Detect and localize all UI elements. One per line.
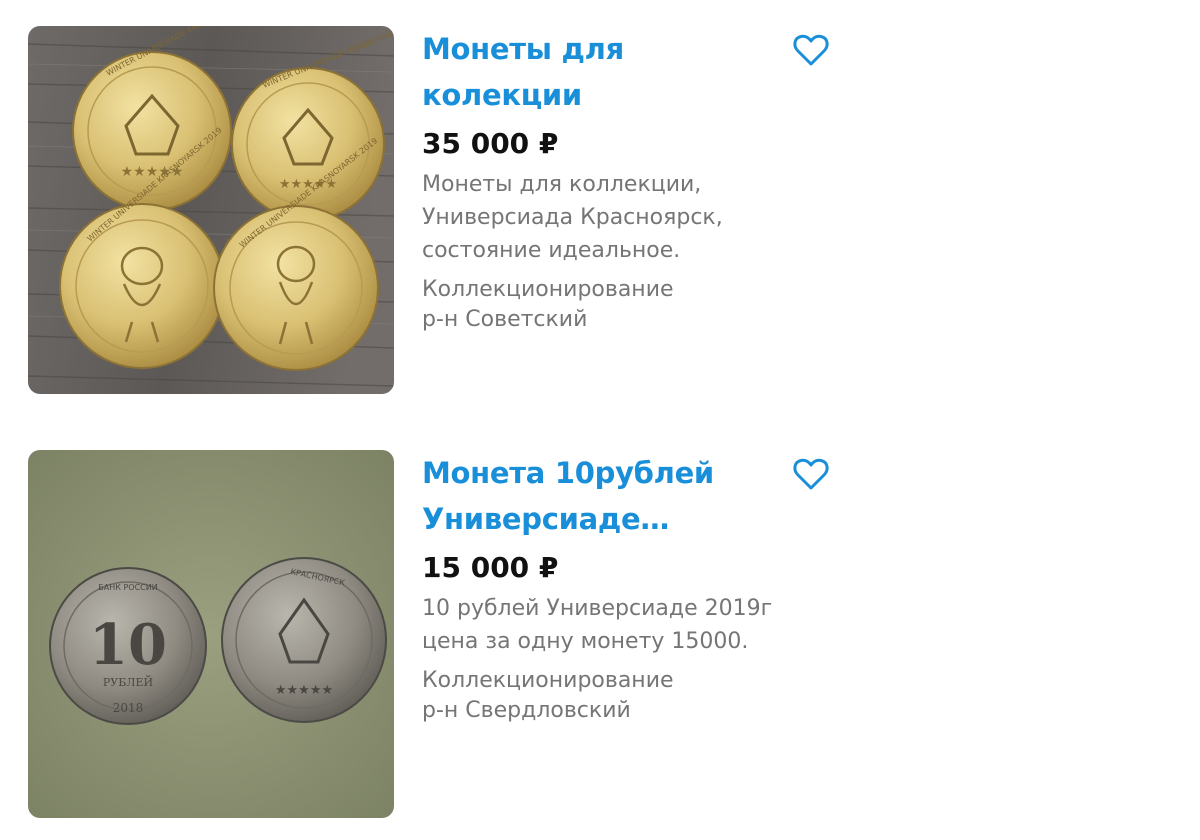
listing-district: р-н Свердловский <box>422 698 631 723</box>
description-line: Универсиада Красноярск, <box>422 205 723 230</box>
listing-price: 15 000 ₽ <box>422 551 559 584</box>
coins-photo: 10 РУБЛЕЙ 2018 БАНК РОССИИ ★★★★★ КРАСНОЯ… <box>28 450 394 818</box>
svg-text:★★★★★: ★★★★★ <box>275 683 333 698</box>
description-line: 10 рублей Универсиаде 2019г <box>422 596 773 621</box>
coin: ★★★★★ КРАСНОЯРСК <box>221 557 387 723</box>
description-line: цена за одну монету 15000. <box>422 629 749 654</box>
listing-info: Монеты для колекции 35 000 ₽ Монеты для … <box>422 26 842 335</box>
coin: 10 РУБЛЕЙ 2018 БАНК РОССИИ <box>49 567 207 725</box>
heart-outline-icon <box>793 458 829 490</box>
listing-title[interactable]: Монеты для колекции <box>422 26 782 118</box>
listing-meta: Коллекционирование р-н Советский <box>422 275 842 335</box>
listing-photo[interactable]: 10 РУБЛЕЙ 2018 БАНК РОССИИ ★★★★★ КРАСНОЯ… <box>28 450 394 818</box>
coin-rubles-label: РУБЛЕЙ <box>103 675 153 689</box>
coin-bank-label: БАНК РОССИИ <box>98 583 157 592</box>
favorite-button[interactable] <box>792 456 830 492</box>
favorite-button[interactable] <box>792 32 830 68</box>
coin-year: 2018 <box>113 701 144 715</box>
coin <box>59 203 225 369</box>
listing-district: р-н Советский <box>422 307 588 332</box>
listing-meta: Коллекционирование р-н Свердловский <box>422 666 842 726</box>
listing-card[interactable]: 10 РУБЛЕЙ 2018 БАНК РОССИИ ★★★★★ КРАСНОЯ… <box>0 450 1200 830</box>
heart-outline-icon <box>793 34 829 66</box>
listing-card[interactable]: ★★★★★ ★★★★★ WINTER UNIVERSIADE KRASNOYAR… <box>0 26 1200 406</box>
listing-category: Коллекционирование <box>422 277 674 302</box>
description-line: состояние идеальное. <box>422 238 681 263</box>
coin <box>213 205 379 371</box>
listing-title[interactable]: Монета 10рублей Универсиаде… <box>422 450 782 542</box>
coins-photo: ★★★★★ ★★★★★ WINTER UNIVERSIADE KRASNOYAR… <box>28 26 394 394</box>
coin-denomination: 10 <box>89 612 167 678</box>
listing-category: Коллекционирование <box>422 668 674 693</box>
listing-info: Монета 10рублей Универсиаде… 15 000 ₽ 10… <box>422 450 842 726</box>
listing-photo[interactable]: ★★★★★ ★★★★★ WINTER UNIVERSIADE KRASNOYAR… <box>28 26 394 394</box>
listing-title-line: Универсиаде… <box>422 502 670 536</box>
listing-description: 10 рублей Универсиаде 2019г цена за одну… <box>422 592 842 658</box>
description-line: Монеты для коллекции, <box>422 172 702 197</box>
listing-price: 35 000 ₽ <box>422 127 559 160</box>
listing-title-line: Монета 10рублей <box>422 456 714 490</box>
listing-description: Монеты для коллекции, Универсиада Красно… <box>422 168 842 267</box>
